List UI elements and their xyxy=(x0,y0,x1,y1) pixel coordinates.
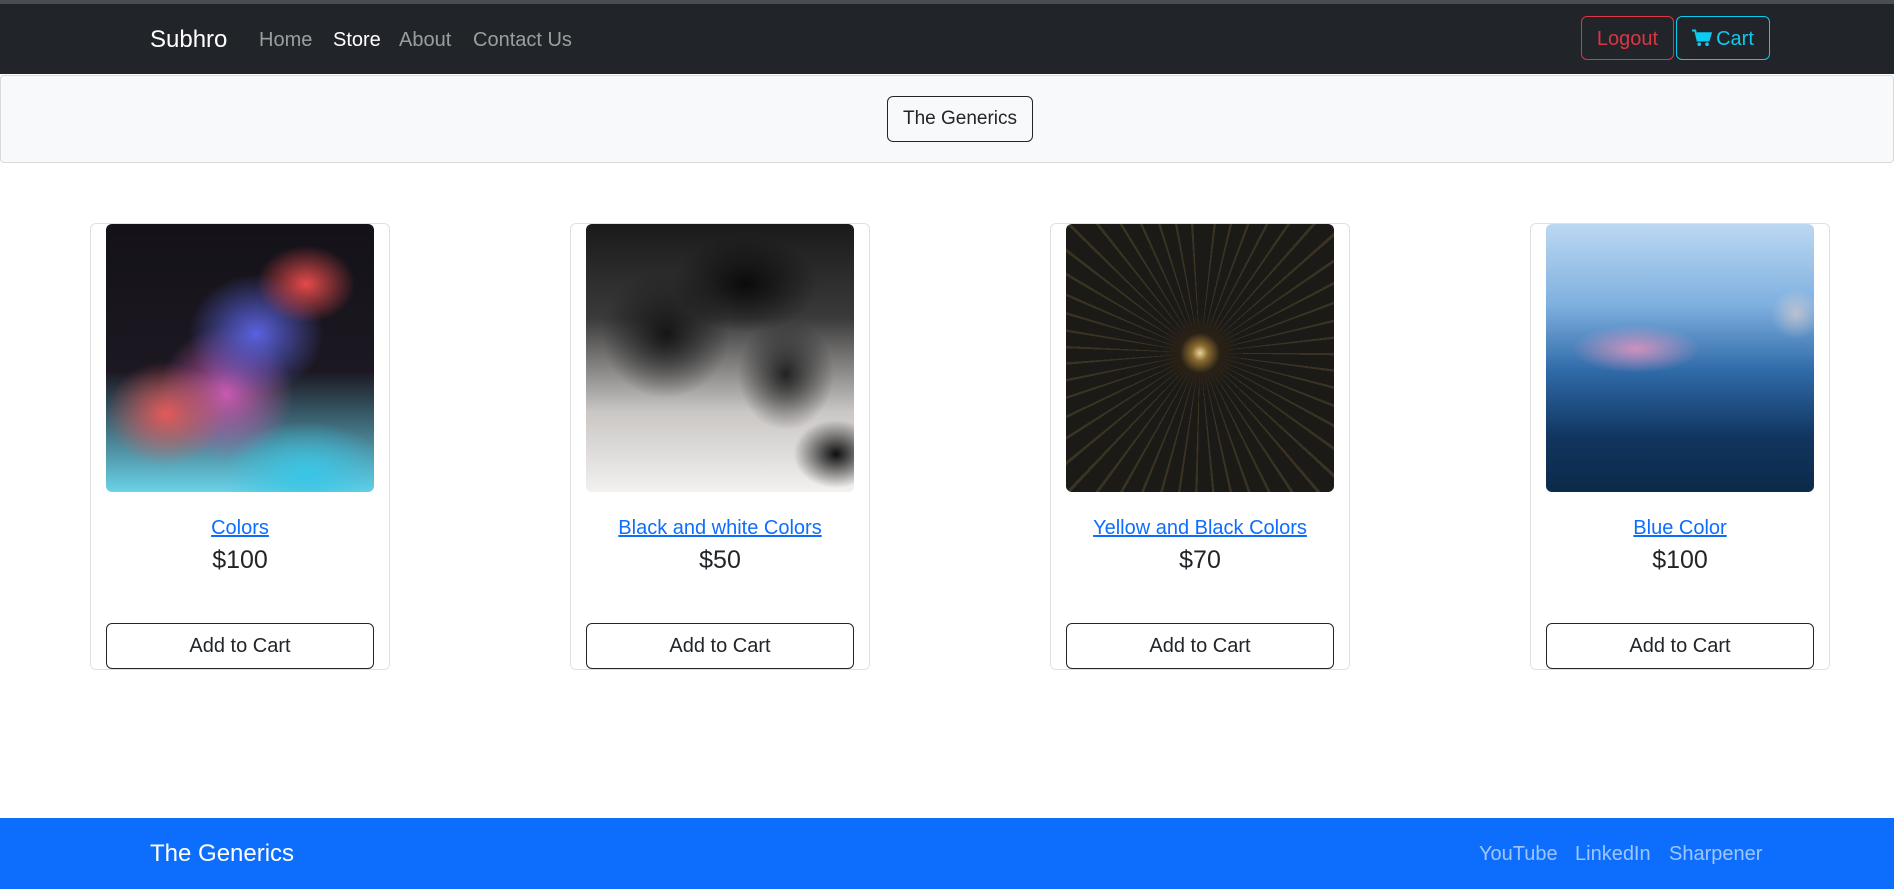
logout-button[interactable]: Logout xyxy=(1581,16,1674,60)
store-header: The Generics xyxy=(0,75,1894,163)
product-card-black-and-white-colors: Black and white Colors $50 Add to Cart xyxy=(570,223,870,670)
product-price: $50 xyxy=(699,546,741,574)
add-to-cart-button[interactable]: Add to Cart xyxy=(106,623,374,669)
product-image-colors xyxy=(106,224,374,492)
product-price: $70 xyxy=(1179,546,1221,574)
cart-label: Cart xyxy=(1716,28,1754,50)
cart-icon xyxy=(1692,28,1716,50)
footer-link-linkedin[interactable]: LinkedIn xyxy=(1575,842,1651,866)
footer-brand: The Generics xyxy=(150,840,295,867)
product-card-yellow-and-black-colors: Yellow and Black Colors $70 Add to Cart xyxy=(1050,223,1350,670)
footer-link-sharpener[interactable]: Sharpener xyxy=(1669,842,1762,866)
product-title-link[interactable]: Colors xyxy=(91,516,389,540)
brand-logo[interactable]: Subhro xyxy=(150,25,227,55)
product-price: $100 xyxy=(1652,546,1708,574)
product-title-link[interactable]: Yellow and Black Colors xyxy=(1051,516,1349,540)
footer: The Generics YouTube LinkedIn Sharpener xyxy=(0,818,1894,889)
product-title-link[interactable]: Blue Color xyxy=(1531,516,1829,540)
product-image-yellow-and-black xyxy=(1066,224,1334,492)
product-card-blue-color: Blue Color $100 Add to Cart xyxy=(1530,223,1830,670)
product-price: $100 xyxy=(212,546,268,574)
add-to-cart-button[interactable]: Add to Cart xyxy=(586,623,854,669)
navbar: Subhro Home Store About Contact Us Logou… xyxy=(0,4,1894,74)
nav-link-about[interactable]: About xyxy=(399,28,451,52)
logout-label: Logout xyxy=(1596,28,1659,50)
product-image-black-and-white xyxy=(586,224,854,492)
product-title-link[interactable]: Black and white Colors xyxy=(571,516,869,540)
product-image-blue xyxy=(1546,224,1814,492)
add-to-cart-button[interactable]: Add to Cart xyxy=(1066,623,1334,669)
footer-link-youtube[interactable]: YouTube xyxy=(1479,842,1558,866)
nav-link-contact[interactable]: Contact Us xyxy=(473,28,572,52)
add-to-cart-button[interactable]: Add to Cart xyxy=(1546,623,1814,669)
product-card-colors: Colors $100 Add to Cart xyxy=(90,223,390,670)
the-generics-button[interactable]: The Generics xyxy=(887,96,1033,142)
cart-button[interactable]: Cart xyxy=(1676,16,1770,60)
nav-link-home[interactable]: Home xyxy=(259,28,312,52)
nav-link-store[interactable]: Store xyxy=(333,28,381,52)
